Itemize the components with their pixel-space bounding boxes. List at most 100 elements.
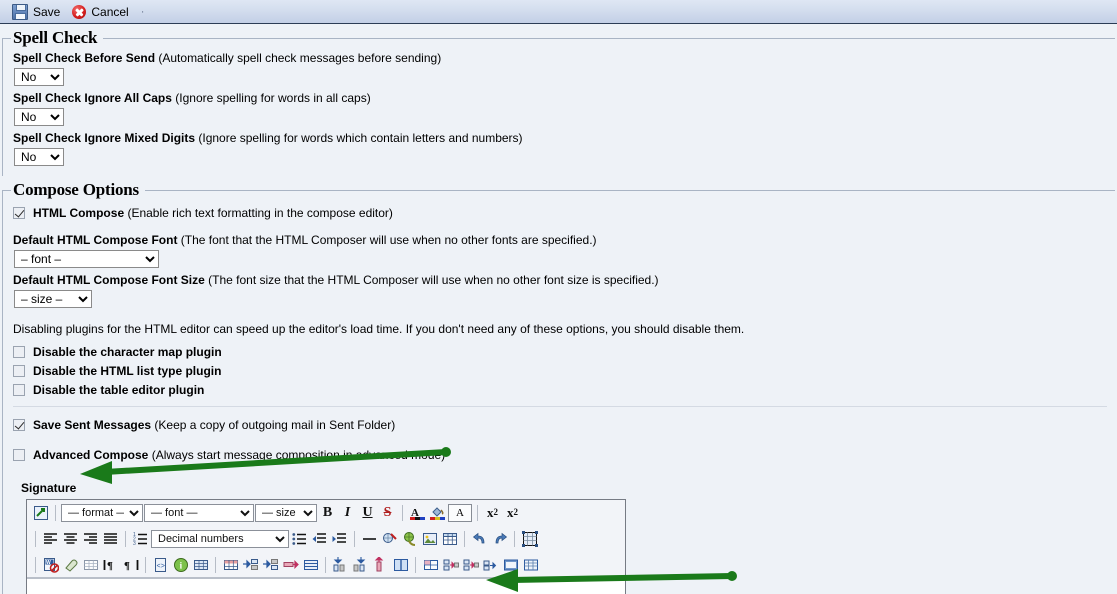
disable-character-map-label: Disable the character map plugin bbox=[33, 344, 222, 360]
align-justify-icon[interactable] bbox=[101, 529, 120, 548]
save-sent-messages-label: Save Sent Messages (Keep a copy of outgo… bbox=[33, 417, 395, 433]
indent-icon[interactable] bbox=[330, 529, 349, 548]
insert-col-after-icon[interactable] bbox=[351, 555, 370, 574]
undo-icon[interactable] bbox=[470, 529, 489, 548]
insert-link-icon[interactable] bbox=[400, 529, 419, 548]
divider bbox=[415, 556, 416, 573]
font-color-icon[interactable]: A bbox=[408, 503, 427, 522]
redo-icon[interactable] bbox=[490, 529, 509, 548]
horizontal-rule-icon[interactable] bbox=[360, 529, 379, 548]
default-font-desc: (The font that the HTML Composer will us… bbox=[177, 233, 597, 247]
align-left-icon[interactable] bbox=[41, 529, 60, 548]
row-after-icon[interactable] bbox=[461, 555, 480, 574]
insert-image-icon[interactable] bbox=[420, 529, 439, 548]
underline-icon[interactable]: U bbox=[358, 503, 377, 522]
disable-html-list-type-checkbox[interactable] bbox=[13, 365, 25, 377]
save-sent-messages-checkbox[interactable] bbox=[13, 419, 25, 431]
editor-toolbar-row-3: W ¶ ¶ <> i bbox=[27, 552, 625, 578]
merge-cells-icon[interactable] bbox=[301, 555, 320, 574]
ordered-list-icon[interactable]: 123 bbox=[131, 529, 150, 548]
disable-table-editor-row[interactable]: Disable the table editor plugin bbox=[13, 382, 1107, 398]
delete-row-icon[interactable] bbox=[281, 555, 300, 574]
advanced-compose-checkbox[interactable] bbox=[13, 449, 25, 461]
section-divider bbox=[13, 406, 1107, 407]
table-properties-icon[interactable] bbox=[191, 555, 210, 574]
spell-check-before-send-label: Spell Check Before Send (Automatically s… bbox=[13, 51, 1107, 66]
disable-character-map-text: Disable the character map plugin bbox=[33, 345, 222, 359]
save-button-label: Save bbox=[33, 4, 61, 19]
cell-properties-icon[interactable] bbox=[421, 555, 440, 574]
svg-text:W: W bbox=[46, 560, 51, 566]
subscript-icon[interactable]: x2 bbox=[483, 503, 502, 522]
list-type-select[interactable]: Decimal numbers bbox=[151, 529, 289, 548]
paste-word-icon[interactable]: W bbox=[41, 555, 60, 574]
disable-html-list-type-row[interactable]: Disable the HTML list type plugin bbox=[13, 363, 1107, 379]
outdent-icon[interactable] bbox=[310, 529, 329, 548]
spell-check-mixed-digits-select[interactable]: No bbox=[14, 148, 64, 166]
advanced-compose-desc: (Always start message composition in adv… bbox=[148, 448, 446, 462]
unlink-icon[interactable] bbox=[380, 529, 399, 548]
plugins-note: Disabling plugins for the HTML editor ca… bbox=[13, 322, 745, 336]
disable-table-editor-checkbox[interactable] bbox=[13, 384, 25, 396]
main-toolbar: Save Cancel · bbox=[0, 0, 1117, 24]
toggle-editor-icon[interactable] bbox=[31, 503, 50, 522]
cut-row-icon[interactable] bbox=[481, 555, 500, 574]
bold-icon[interactable]: B bbox=[318, 503, 337, 522]
default-font-label: Default HTML Compose Font (The font that… bbox=[13, 233, 1107, 248]
split-cells-icon[interactable] bbox=[391, 555, 410, 574]
eraser-icon[interactable] bbox=[61, 555, 80, 574]
format-select[interactable]: — format — bbox=[61, 503, 143, 522]
copy-row-icon[interactable] bbox=[501, 555, 520, 574]
background-color-icon[interactable] bbox=[428, 503, 447, 522]
insert-table-icon[interactable] bbox=[440, 529, 459, 548]
cancel-button[interactable]: Cancel bbox=[70, 4, 134, 20]
advanced-compose-row[interactable]: Advanced Compose (Always start message c… bbox=[13, 447, 1107, 463]
signature-text-area[interactable] bbox=[27, 578, 625, 594]
save-sent-messages-row[interactable]: Save Sent Messages (Keep a copy of outgo… bbox=[13, 417, 1107, 433]
disable-table-editor-label: Disable the table editor plugin bbox=[33, 382, 204, 398]
ltr-icon[interactable]: ¶ bbox=[101, 555, 120, 574]
compose-options-legend: Compose Options bbox=[13, 180, 139, 199]
divider bbox=[477, 504, 478, 521]
align-right-icon[interactable] bbox=[81, 529, 100, 548]
divider bbox=[402, 504, 403, 521]
disable-character-map-checkbox[interactable] bbox=[13, 346, 25, 358]
insert-row-after-icon[interactable] bbox=[261, 555, 280, 574]
divider bbox=[145, 556, 146, 573]
rtl-icon[interactable]: ¶ bbox=[121, 555, 140, 574]
delete-col-icon[interactable] bbox=[371, 555, 390, 574]
floppy-disk-icon bbox=[12, 3, 28, 20]
html-compose-row[interactable]: HTML Compose (Enable rich text formattin… bbox=[13, 205, 1107, 221]
spell-check-before-send-select[interactable]: No bbox=[14, 68, 64, 86]
italic-icon[interactable]: I bbox=[338, 503, 357, 522]
html-compose-checkbox[interactable] bbox=[13, 207, 25, 219]
align-center-icon[interactable] bbox=[61, 529, 80, 548]
superscript-icon[interactable]: x2 bbox=[503, 503, 522, 522]
advanced-compose-label: Advanced Compose (Always start message c… bbox=[33, 447, 445, 463]
default-html-compose-font-select[interactable]: – font – bbox=[14, 250, 159, 268]
strikethrough-icon[interactable]: S bbox=[378, 503, 397, 522]
editor-font-select[interactable]: — font — bbox=[144, 503, 254, 522]
disable-character-map-row[interactable]: Disable the character map plugin bbox=[13, 344, 1107, 360]
table-grid-icon[interactable] bbox=[81, 555, 100, 574]
spell-check-all-caps-select[interactable]: No bbox=[14, 108, 64, 126]
paste-row-icon[interactable] bbox=[521, 555, 540, 574]
insert-col-before-icon[interactable] bbox=[331, 555, 350, 574]
insert-row-before-icon[interactable] bbox=[241, 555, 260, 574]
source-code-icon[interactable]: <> bbox=[151, 555, 170, 574]
save-button[interactable]: Save bbox=[10, 3, 66, 21]
default-font-size-label: Default HTML Compose Font Size (The font… bbox=[13, 273, 1107, 288]
spell-check-before-send-desc: (Automatically spell check messages befo… bbox=[155, 51, 442, 65]
divider bbox=[354, 530, 355, 547]
spell-check-mixed-digits-desc: (Ignore spelling for words which contain… bbox=[195, 131, 523, 145]
default-html-compose-font-size-select[interactable]: – size – bbox=[14, 290, 92, 308]
row-properties-icon[interactable] bbox=[221, 555, 240, 574]
info-icon[interactable]: i bbox=[171, 555, 190, 574]
visual-aid-icon[interactable] bbox=[520, 529, 539, 548]
unordered-list-icon[interactable] bbox=[290, 529, 309, 548]
remove-format-icon[interactable]: A bbox=[448, 503, 472, 522]
editor-size-select[interactable]: — size — bbox=[255, 503, 317, 522]
disable-html-list-type-text: Disable the HTML list type plugin bbox=[33, 364, 222, 378]
divider bbox=[215, 556, 216, 573]
row-before-icon[interactable] bbox=[441, 555, 460, 574]
